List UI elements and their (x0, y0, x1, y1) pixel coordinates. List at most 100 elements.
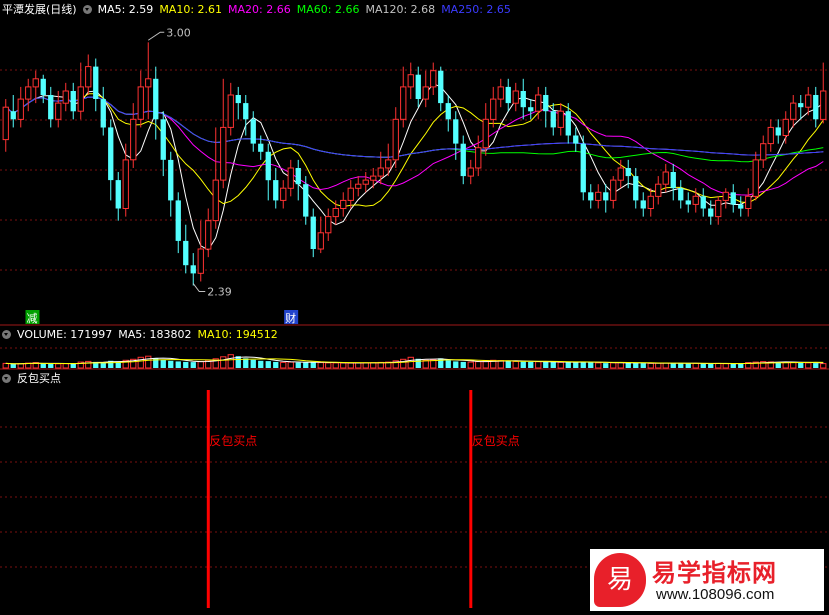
candle-body (362, 179, 369, 185)
price-annotations: 3.00 2.39 减 财 (25, 26, 299, 325)
candle-body (700, 196, 706, 209)
candle-body (62, 90, 69, 104)
event-marker-label: 财 (285, 311, 296, 325)
indicator-panel-header: 反包买点 (2, 371, 67, 387)
candle-body (670, 172, 676, 189)
volume-bar (265, 361, 271, 368)
volume-bar (535, 361, 542, 369)
volume-bar (175, 361, 181, 368)
candle-body (190, 265, 196, 274)
indicator-toggle-icon[interactable] (2, 374, 11, 383)
volume-bar (325, 362, 332, 369)
candle-body (535, 94, 542, 112)
volume-bar (505, 361, 511, 368)
candle-body (490, 98, 497, 120)
candle-body (303, 184, 309, 217)
candle-body (722, 191, 729, 201)
volume-bar (347, 362, 354, 369)
buy-signal-bar (206, 390, 210, 608)
volume-bar (287, 361, 294, 369)
candle-body (235, 95, 241, 104)
kline-chart[interactable]: 3.002.39减财 反包买点 反包买点 (0, 0, 829, 615)
candle-body (692, 195, 699, 205)
volume-bar (625, 362, 631, 368)
candle-body (475, 147, 482, 169)
candle-body (520, 91, 526, 108)
volume-bar (813, 363, 819, 368)
candle-body (738, 204, 744, 209)
volume-bar (400, 358, 407, 369)
volume-bar (798, 362, 804, 368)
settings-toggle-icon[interactable] (82, 5, 92, 14)
candle-body (273, 180, 279, 201)
candle-body (108, 127, 114, 181)
logo-title: 易学指标网 (652, 559, 777, 587)
volume-bar (790, 361, 797, 369)
candle-body (482, 118, 489, 149)
candle-body (745, 195, 752, 210)
candle-body (280, 187, 287, 201)
candle-body (48, 95, 54, 120)
low-pointer (192, 283, 206, 293)
logo-url: www.108096.com (656, 586, 775, 603)
candle-body (17, 98, 24, 120)
candle-body (633, 176, 639, 201)
volume-toggle-icon[interactable] (2, 330, 11, 339)
ma120-label: MA120: 2.68 (365, 3, 436, 16)
volume-bar (250, 359, 256, 368)
candle-body (137, 86, 144, 120)
volume-bar (603, 363, 609, 368)
volume-bar (168, 360, 174, 368)
candle-body (122, 159, 129, 209)
candle-body (528, 107, 534, 112)
volume-bar (528, 361, 534, 368)
candle-body (32, 78, 39, 88)
volume-bar (340, 362, 347, 369)
volume-bar (738, 363, 744, 368)
volume-bar (190, 362, 196, 368)
candle-body (467, 167, 474, 177)
candle-body (205, 220, 212, 250)
candle-body (295, 168, 301, 185)
candle-body (685, 200, 691, 205)
candle-body (377, 167, 384, 177)
volume-bar (595, 362, 602, 369)
candle-body (145, 78, 152, 88)
volume-bar (617, 362, 624, 369)
candle-body (805, 94, 812, 108)
ma250-label: MA250: 2.65 (441, 3, 511, 16)
candle-body (317, 232, 324, 250)
candle-body (10, 111, 16, 120)
volume-bar (610, 362, 617, 369)
candle-body (287, 167, 294, 189)
candle-body (610, 179, 617, 201)
candle-body (175, 200, 181, 241)
event-marker-label: 减 (27, 312, 38, 325)
volume-bar (550, 362, 556, 368)
candle-body (438, 70, 444, 104)
candlestick-series (2, 42, 827, 286)
volume-bar (662, 362, 669, 369)
candle-body (550, 111, 556, 128)
volume-ma5: MA5: 183802 (118, 328, 192, 341)
candle-body (355, 183, 362, 189)
volume-value: VOLUME: 171997 (17, 328, 113, 341)
volume-bar (197, 361, 204, 369)
volume-bar (137, 356, 144, 369)
indicator-title: 反包买点 (17, 372, 61, 385)
candle-body (640, 200, 646, 209)
price-panel-header: 平潭发展(日线) MA5: 2.59 MA10: 2.61 MA20: 2.66 MA6… (2, 2, 517, 18)
candle-body (543, 95, 549, 112)
candle-body (752, 159, 759, 197)
high-price-label: 3.00 (166, 26, 191, 39)
candle-body (782, 118, 789, 137)
volume-bar (453, 361, 459, 368)
candle-body (798, 103, 804, 108)
volume-bar (227, 354, 234, 369)
candle-body (93, 66, 99, 99)
volume-bar (355, 362, 362, 369)
volume-bar (722, 363, 729, 369)
volume-bar (520, 361, 526, 368)
logo-badge: 易 (594, 553, 646, 607)
candle-body (340, 199, 347, 209)
